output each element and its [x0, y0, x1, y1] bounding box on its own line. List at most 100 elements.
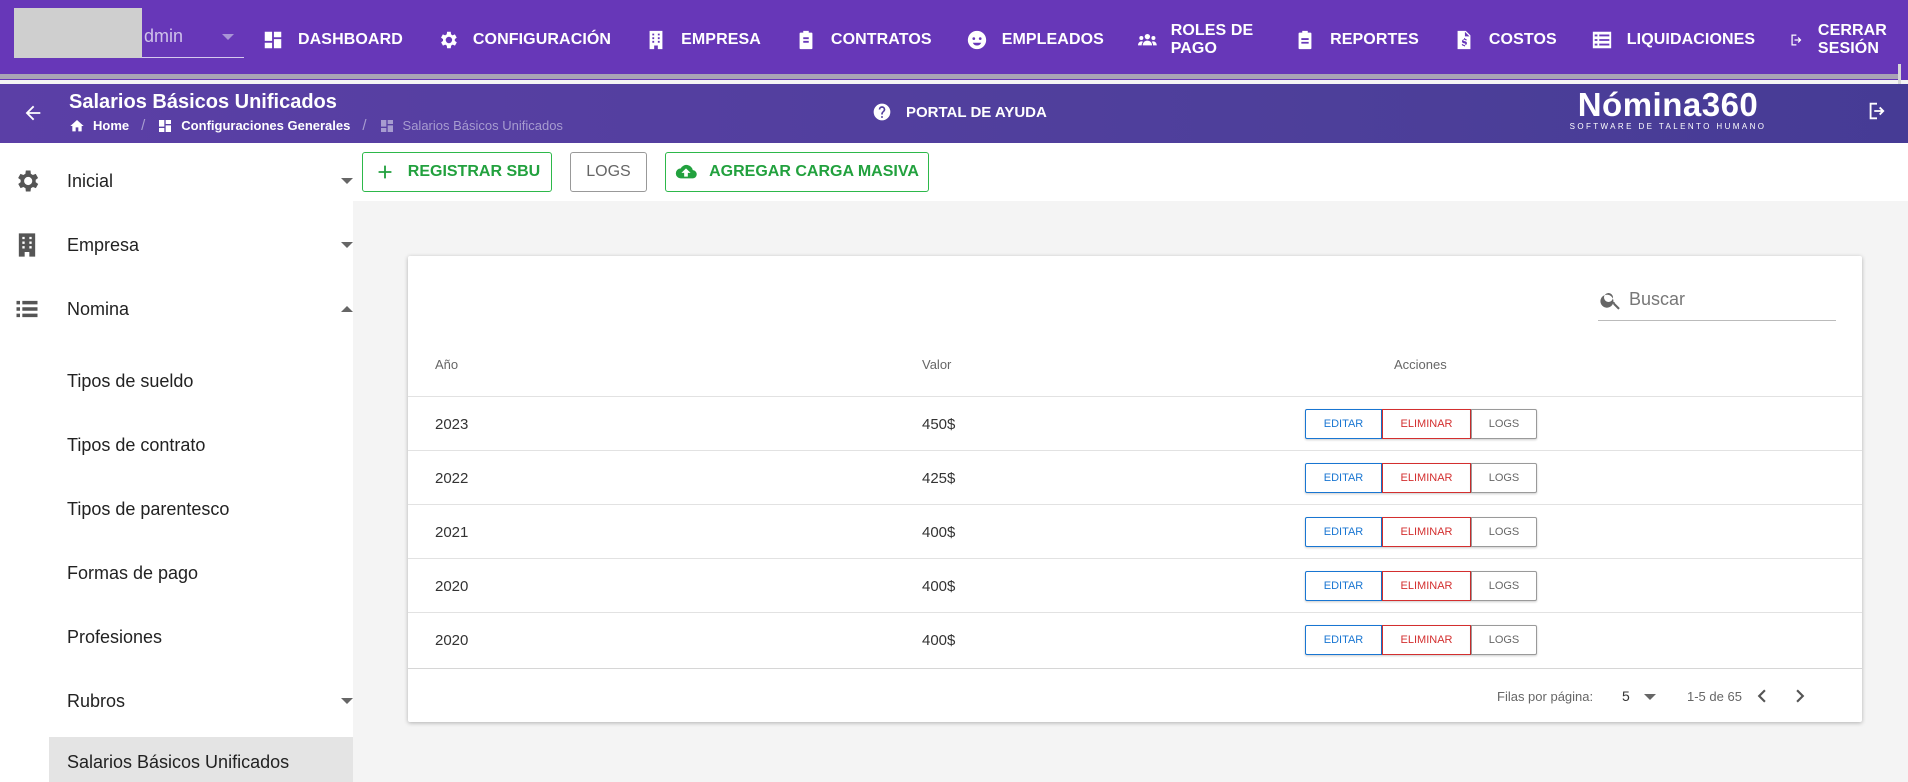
sidebar-group-label: Nomina	[67, 298, 130, 319]
breadcrumb-current: Salarios Básicos Unificados	[379, 118, 563, 134]
search-input[interactable]	[1629, 289, 1819, 310]
user-name: dmin	[144, 26, 184, 46]
sidebar-item-label: Tipos de parentesco	[67, 498, 230, 519]
nav-reportes[interactable]: REPORTES	[1294, 20, 1419, 60]
nav-label: LIQUIDACIONES	[1626, 31, 1756, 48]
main-nav: DASHBOARD CONFIGURACIÓN EMPRESA CONTRATO…	[262, 0, 1908, 80]
row-logs-button[interactable]: LOGS	[1471, 571, 1537, 601]
sidebar-item-tipos-de-sueldo[interactable]: Tipos de sueldo	[0, 356, 353, 406]
help-label: PORTAL DE AYUDA	[906, 103, 1047, 121]
cell-year: 2021	[435, 524, 469, 541]
cell-year: 2023	[435, 416, 469, 433]
nav-empresa[interactable]: EMPRESA	[645, 20, 761, 60]
edit-button[interactable]: EDITAR	[1305, 625, 1382, 655]
cell-value: 400$	[922, 578, 956, 595]
building-icon	[18, 233, 36, 257]
brand-name: Nómina360	[1577, 86, 1759, 123]
building-icon	[649, 30, 663, 50]
sbu-table-card: Año Valor Acciones 2023 450$ EDITAR ELIM…	[408, 256, 1862, 722]
nav-label: REPORTES	[1330, 31, 1419, 48]
row-logs-button[interactable]: LOGS	[1471, 463, 1537, 493]
dashboard-icon	[159, 119, 172, 132]
nav-configuracion[interactable]: CONFIGURACIÓN	[437, 20, 611, 60]
breadcrumb-separator: /	[362, 117, 367, 134]
header-logout-button[interactable]	[1866, 100, 1892, 126]
logs-button[interactable]: LOGS	[570, 152, 647, 192]
clipboard-icon	[799, 30, 813, 50]
top-navbar: dmin DASHBOARD CONFIGURACIÓN EMPRESA CON…	[0, 0, 1908, 80]
edit-button[interactable]: EDITAR	[1305, 463, 1382, 493]
row-logs-button[interactable]: LOGS	[1471, 517, 1537, 547]
user-select[interactable]: dmin	[14, 8, 244, 58]
chevron-down-icon	[1644, 694, 1656, 700]
table-row: 2021 400$ EDITAR ELIMINAR LOGS	[408, 504, 1862, 558]
edit-button[interactable]: EDITAR	[1305, 571, 1382, 601]
sidebar-item-label: Profesiones	[67, 626, 163, 647]
edit-button[interactable]: EDITAR	[1305, 409, 1382, 439]
topbar-divider	[0, 74, 1900, 79]
nav-costos[interactable]: COSTOS	[1453, 20, 1557, 60]
breadcrumb-home[interactable]: Home	[69, 118, 129, 134]
invoice-dollar-icon	[1457, 30, 1471, 50]
table-row: 2020 400$ EDITAR ELIMINAR LOGS	[408, 612, 1862, 666]
sidebar-group-inicial[interactable]: Inicial	[0, 156, 353, 206]
brand-tagline: SOFTWARE DE TALENTO HUMANO	[1569, 122, 1767, 131]
sidebar-item-formas-de-pago[interactable]: Formas de pago	[0, 548, 353, 598]
sidebar-group-nomina[interactable]: Nomina	[0, 284, 353, 334]
sidebar-item-rubros[interactable]: Rubros	[0, 676, 353, 726]
help-portal-link[interactable]: PORTAL DE AYUDA	[872, 102, 1047, 122]
face-icon	[967, 30, 986, 50]
clipboard-list-icon	[1298, 30, 1312, 50]
brand-logo: Nómina360 SOFTWARE DE TALENTO HUMANO	[1568, 86, 1768, 132]
chevron-down-icon	[341, 178, 353, 184]
row-logs-button[interactable]: LOGS	[1471, 625, 1537, 655]
bulk-upload-button[interactable]: AGREGAR CARGA MASIVA	[665, 152, 929, 192]
nav-dashboard[interactable]: DASHBOARD	[262, 20, 403, 60]
logout-icon	[1869, 102, 1885, 120]
dashboard-icon	[380, 119, 393, 132]
sidebar-item-profesiones[interactable]: Profesiones	[0, 612, 353, 662]
edit-button[interactable]: EDITAR	[1305, 517, 1382, 547]
register-sbu-button[interactable]: REGISTRAR SBU	[362, 152, 552, 192]
breadcrumb-configuraciones[interactable]: Configuraciones Generales	[157, 118, 350, 134]
sidebar-item-tipos-de-contrato[interactable]: Tipos de contrato	[0, 420, 353, 470]
sidebar-group-empresa[interactable]: Empresa	[0, 220, 353, 270]
back-button[interactable]	[18, 98, 48, 128]
cloud-upload-icon	[675, 164, 697, 179]
nav-roles-de-pago[interactable]: ROLES DE PAGO	[1137, 20, 1260, 60]
page-title: Salarios Básicos Unificados	[69, 91, 337, 113]
nav-label: CERRAR SESIÓN	[1817, 22, 1887, 57]
next-page-button[interactable]	[1787, 683, 1813, 709]
delete-button[interactable]: ELIMINAR	[1382, 571, 1471, 601]
nav-empleados[interactable]: EMPLEADOS	[966, 20, 1104, 60]
delete-button[interactable]: ELIMINAR	[1382, 463, 1471, 493]
sidebar-group-label: Empresa	[67, 234, 140, 255]
breadcrumb-label: Configuraciones Generales	[181, 118, 351, 133]
prev-page-button[interactable]	[1749, 683, 1775, 709]
nav-contratos[interactable]: CONTRATOS	[795, 20, 932, 60]
nav-liquidaciones[interactable]: LIQUIDACIONES	[1591, 20, 1755, 60]
column-header-actions: Acciones	[1394, 357, 1447, 372]
sidebar-item-tipos-de-parentesco[interactable]: Tipos de parentesco	[0, 484, 353, 534]
register-sbu-label: REGISTRAR SBU	[407, 163, 541, 180]
table-row: 2020 400$ EDITAR ELIMINAR LOGS	[408, 558, 1862, 612]
rows-per-page-select[interactable]: 5	[1622, 688, 1630, 704]
chevron-left-icon	[1757, 689, 1766, 703]
sidebar-item-salarios-basicos[interactable]: Salarios Básicos Unificados	[49, 737, 353, 782]
sidebar-item-label: Rubros	[67, 690, 126, 711]
row-logs-button[interactable]: LOGS	[1471, 409, 1537, 439]
column-header-value[interactable]: Valor	[922, 357, 951, 372]
delete-button[interactable]: ELIMINAR	[1382, 409, 1471, 439]
logout-icon	[1791, 34, 1802, 46]
column-header-year[interactable]: Año	[435, 357, 458, 372]
delete-button[interactable]: ELIMINAR	[1382, 625, 1471, 655]
sidebar-item-label: Tipos de contrato	[67, 434, 206, 455]
cell-value: 400$	[922, 524, 956, 541]
cell-year: 2020	[435, 632, 469, 649]
chevron-up-icon	[341, 306, 353, 312]
action-toolbar: REGISTRAR SBU LOGS AGREGAR CARGA MASIVA	[353, 143, 1908, 201]
delete-button[interactable]: ELIMINAR	[1382, 517, 1471, 547]
users-icon	[1137, 33, 1157, 46]
gear-icon	[18, 170, 39, 192]
nav-cerrar-sesion[interactable]: CERRAR SESIÓN	[1789, 20, 1908, 60]
